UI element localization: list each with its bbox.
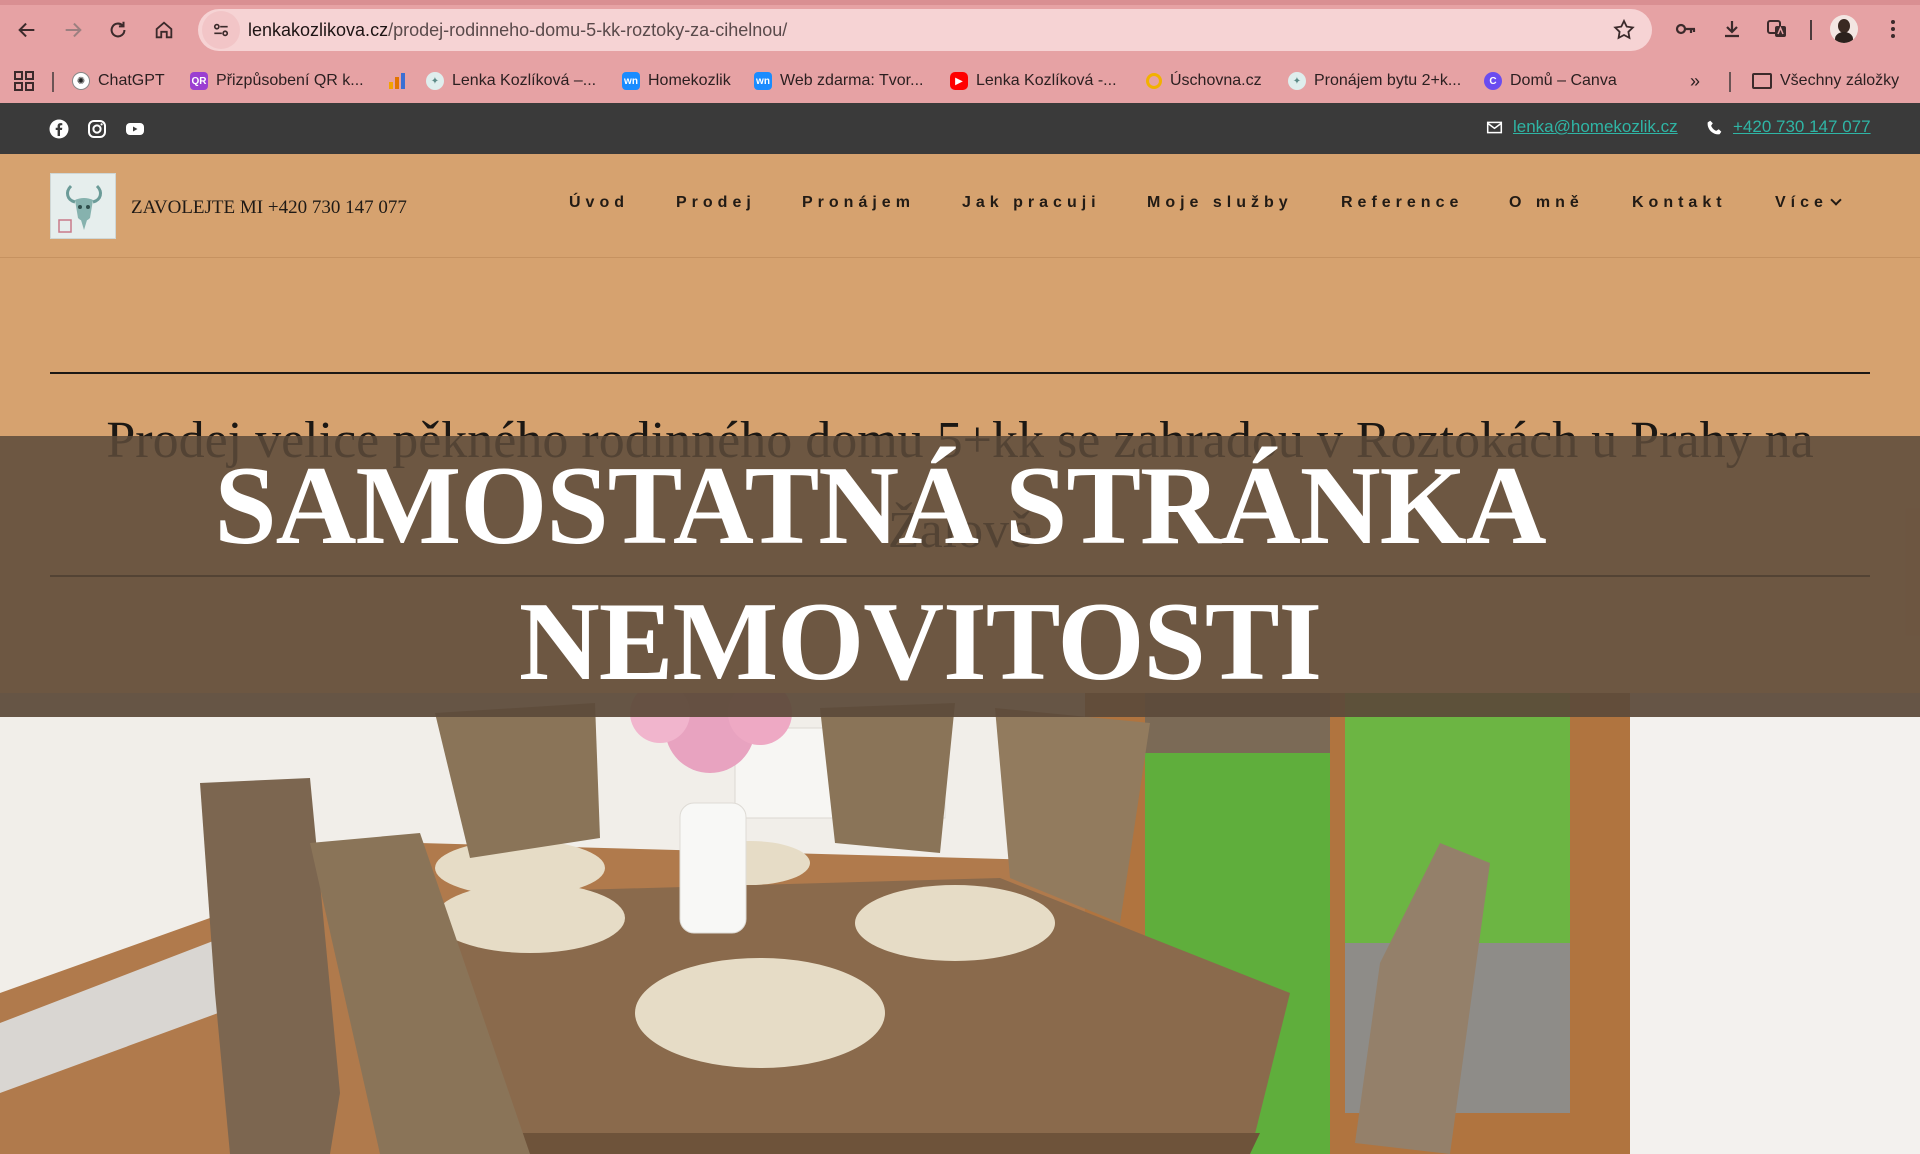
bookmark-star-icon[interactable] <box>1612 18 1636 42</box>
phone-icon <box>1707 120 1722 134</box>
more-vertical-icon <box>1891 20 1895 38</box>
bookmark-label: Domů – Canva <box>1510 72 1617 89</box>
bookmark-pronajem[interactable]: ✦ Pronájem bytu 2+k... <box>1288 68 1461 94</box>
browser-chrome: lenkakozlikova.cz/prodej-rodinneho-domu-… <box>0 0 1920 103</box>
qr-icon: QR <box>190 72 208 90</box>
download-icon <box>1725 21 1739 38</box>
bookmark-web-zdarma[interactable]: wn Web zdarma: Tvor... <box>754 68 923 94</box>
url-path: /prodej-rodinneho-domu-5-kk-roztoky-za-c… <box>388 19 788 40</box>
title-rule-top <box>50 372 1870 374</box>
nav-moje-sluzby[interactable]: Moje služby <box>1147 194 1293 212</box>
banner-line-1: SAMOSTATNÁ STRÁNKA <box>214 444 1546 568</box>
profile-avatar[interactable] <box>1830 15 1858 43</box>
tab-strip <box>0 0 1920 5</box>
bookmark-chatgpt[interactable]: ✺ ChatGPT <box>72 68 165 94</box>
nav-vice: Více <box>1775 194 1828 211</box>
chevron-down-icon <box>1830 194 1842 206</box>
bookmark-label: Přizpůsobení QR k... <box>216 72 364 89</box>
webnode-icon: wn <box>622 72 640 90</box>
browser-menu-button[interactable] <box>1878 14 1908 44</box>
all-bookmarks-label: Všechny záložky <box>1780 72 1900 89</box>
translate-icon <box>1767 20 1786 37</box>
dining-room-image <box>0 693 1920 1154</box>
bookmark-analytics[interactable] <box>388 68 414 94</box>
logo-text[interactable]: ZAVOLEJTE MI +420 730 147 077 <box>131 197 407 219</box>
bookmark-label: Homekozlik <box>648 72 731 89</box>
apps-grid-icon[interactable] <box>14 71 34 91</box>
bookmark-homekozlik[interactable]: wn Homekozlik <box>622 68 731 94</box>
home-button[interactable] <box>146 12 182 48</box>
bookmark-label: Lenka Kozlíková –... <box>452 72 597 89</box>
phone-contact[interactable]: +420 730 147 077 <box>1706 117 1871 137</box>
back-button[interactable] <box>9 12 45 48</box>
site-info-button[interactable] <box>202 11 240 49</box>
folder-icon <box>1752 73 1772 89</box>
site-header: ZAVOLEJTE MI +420 730 147 077 Úvod Prode… <box>0 154 1920 258</box>
reload-icon <box>110 21 126 38</box>
bookmark-youtube[interactable]: ▶ Lenka Kozlíková -... <box>950 68 1117 94</box>
nav-o-mne[interactable]: O mně <box>1509 194 1584 212</box>
bookmark-label: Úschovna.cz <box>1170 72 1262 89</box>
bookmark-label: ChatGPT <box>98 72 165 89</box>
youtube-icon[interactable] <box>125 119 145 139</box>
facebook-icon[interactable] <box>49 119 69 139</box>
bookmark-label: Web zdarma: Tvor... <box>780 72 924 89</box>
site-topbar: lenka@homekozlik.cz +420 730 147 077 <box>0 103 1920 154</box>
nav-vice-dropdown[interactable]: Více <box>1775 194 1842 212</box>
chatgpt-icon: ✺ <box>72 72 90 90</box>
password-key-button[interactable] <box>1671 14 1701 44</box>
uschovna-icon <box>1146 73 1162 89</box>
url-text: lenkakozlikova.cz/prodej-rodinneho-domu-… <box>248 20 787 41</box>
goat-logo-icon: ✦ <box>426 72 444 90</box>
home-icon <box>155 21 173 39</box>
nav-jak-pracuji[interactable]: Jak pracuji <box>962 194 1101 212</box>
bookmark-canva[interactable]: C Domů – Canva <box>1484 68 1617 94</box>
bookmark-lenka-1[interactable]: ✦ Lenka Kozlíková –... <box>426 68 596 94</box>
phone-link[interactable]: +420 730 147 077 <box>1733 117 1871 137</box>
nav-reference[interactable]: Reference <box>1341 194 1463 212</box>
email-link[interactable]: lenka@homekozlik.cz <box>1513 117 1678 137</box>
all-bookmarks-folder[interactable]: Všechny záložky <box>1752 68 1899 94</box>
instagram-icon[interactable] <box>87 119 107 139</box>
nav-kontakt[interactable]: Kontakt <box>1632 194 1727 212</box>
bookmark-label: Lenka Kozlíková -... <box>976 72 1117 89</box>
translate-button[interactable] <box>1762 14 1792 44</box>
tune-icon <box>213 23 229 37</box>
forward-arrow-icon <box>65 22 82 38</box>
forward-button[interactable] <box>55 12 91 48</box>
analytics-icon <box>388 72 406 90</box>
youtube-icon: ▶ <box>950 72 968 90</box>
banner-text: SAMOSTATNÁ STRÁNKA NEMOVITOSTI <box>0 436 1920 710</box>
reload-button[interactable] <box>100 12 136 48</box>
chevron-double-right-icon: » <box>1690 70 1701 91</box>
goat-logo-icon: ✦ <box>1288 72 1306 90</box>
downloads-button[interactable] <box>1717 14 1747 44</box>
goat-logo-icon <box>51 174 115 238</box>
canva-icon: C <box>1484 72 1502 90</box>
toolbar-separator <box>1810 20 1812 40</box>
email-contact[interactable]: lenka@homekozlik.cz <box>1486 117 1678 137</box>
nav-prodej[interactable]: Prodej <box>676 194 756 212</box>
banner-line-2: NEMOVITOSTI <box>518 580 1322 704</box>
nav-pronajem[interactable]: Pronájem <box>802 194 915 212</box>
bookmark-qr[interactable]: QR Přizpůsobení QR k... <box>190 68 364 94</box>
webnode-icon: wn <box>754 72 772 90</box>
url-host: lenkakozlikova.cz <box>248 19 389 40</box>
bookmark-uschovna[interactable]: Úschovna.cz <box>1146 68 1262 94</box>
back-arrow-icon <box>18 22 35 38</box>
site-logo[interactable] <box>50 173 116 239</box>
property-photo <box>0 693 1920 1154</box>
bookmarks-bar: ✺ ChatGPT QR Přizpůsobení QR k... ✦ Lenk… <box>0 62 1920 100</box>
mail-icon <box>1486 121 1503 133</box>
more-bookmarks-button[interactable]: » <box>1690 68 1700 94</box>
address-bar[interactable]: lenkakozlikova.cz/prodej-rodinneho-domu-… <box>198 9 1652 51</box>
nav-uvod[interactable]: Úvod <box>569 194 629 212</box>
bookmark-label: Pronájem bytu 2+k... <box>1314 72 1462 89</box>
key-icon <box>1675 23 1696 35</box>
